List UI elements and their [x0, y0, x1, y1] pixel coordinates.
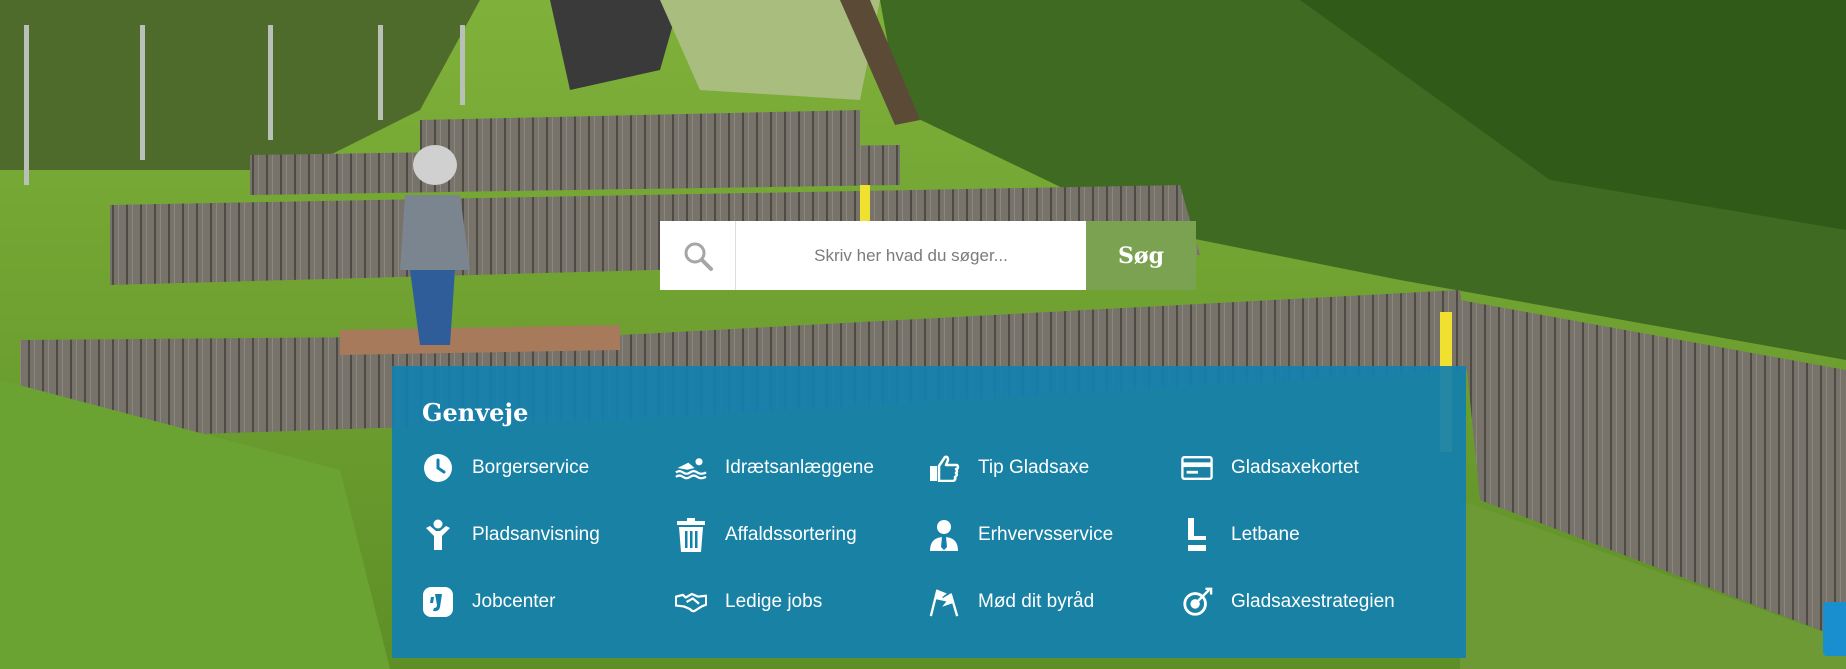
shortcut-jobcenter[interactable]: Jobcenter — [422, 579, 675, 625]
shortcut-affaldssortering[interactable]: Affaldssortering — [675, 512, 928, 558]
shortcut-label: Pladsanvisning — [472, 524, 600, 545]
search-bar: Søg — [660, 221, 1196, 290]
businessman-icon — [928, 519, 960, 551]
shortcut-label: Tip Gladsaxe — [978, 457, 1090, 478]
shortcut-tip-gladsaxe[interactable]: Tip Gladsaxe — [928, 445, 1181, 491]
shortcut-label: Affaldssortering — [725, 524, 857, 545]
shortcut-gladsaxekortet[interactable]: Gladsaxekortet — [1181, 445, 1434, 491]
shortcut-label: Gladsaxekortet — [1231, 457, 1359, 478]
shortcut-label: Gladsaxestrategien — [1231, 591, 1395, 612]
clock-icon — [422, 452, 454, 484]
shortcut-gladsaxestrategien[interactable]: Gladsaxestrategien — [1181, 579, 1434, 625]
shortcut-idraetsanlaeggene[interactable]: Idrætsanlæggene — [675, 445, 928, 491]
search-icon[interactable] — [660, 221, 736, 290]
shortcuts-panel: Genveje Borgerservice Idrætsanlæggene Ti… — [392, 366, 1466, 658]
search-button[interactable]: Søg — [1086, 221, 1196, 290]
shortcut-label: Erhvervsservice — [978, 524, 1114, 545]
handshake-icon — [675, 586, 707, 618]
shortcut-pladsanvisning[interactable]: Pladsanvisning — [422, 512, 675, 558]
shortcut-label: Jobcenter — [472, 591, 556, 612]
swimmer-icon — [675, 452, 707, 484]
search-input[interactable] — [736, 221, 1086, 290]
shortcut-erhvervsservice[interactable]: Erhvervsservice — [928, 512, 1181, 558]
shortcut-label: Mød dit byråd — [978, 591, 1095, 612]
pointing-hand-icon — [928, 452, 960, 484]
card-icon — [1181, 452, 1213, 484]
shortcut-letbane[interactable]: Letbane — [1181, 512, 1434, 558]
shortcuts-grid: Borgerservice Idrætsanlæggene Tip Gladsa… — [422, 445, 1466, 646]
flags-icon — [928, 586, 960, 618]
shortcut-label: Idrætsanlæggene — [725, 457, 874, 478]
shortcut-label: Letbane — [1231, 524, 1300, 545]
child-icon — [422, 519, 454, 551]
hero-section: Søg Genveje Borgerservice Idrætsanlæggen… — [0, 0, 1846, 669]
accessibility-button[interactable] — [1823, 602, 1846, 656]
shortcut-ledige-jobs[interactable]: Ledige jobs — [675, 579, 928, 625]
trash-icon — [675, 518, 707, 552]
shortcuts-title: Genveje — [422, 398, 529, 427]
jobcenter-icon — [422, 586, 454, 618]
shortcut-mod-dit-byraad[interactable]: Mød dit byråd — [928, 579, 1181, 625]
shortcut-borgerservice[interactable]: Borgerservice — [422, 445, 675, 491]
strategy-icon — [1181, 586, 1213, 618]
letbane-icon — [1181, 518, 1213, 551]
shortcut-label: Borgerservice — [472, 457, 590, 478]
shortcut-label: Ledige jobs — [725, 591, 823, 612]
